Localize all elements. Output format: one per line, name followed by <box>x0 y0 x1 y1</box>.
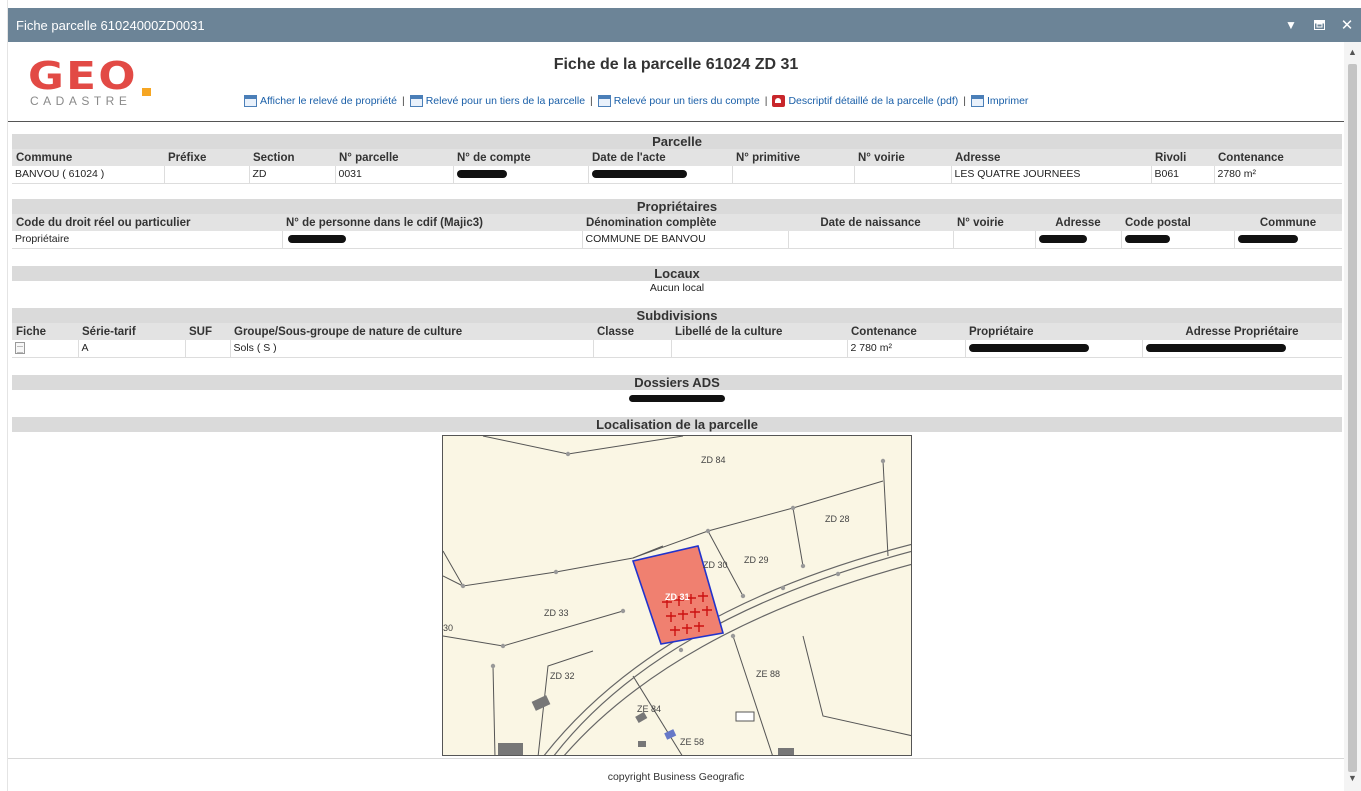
section-title-subdivisions: Subdivisions <box>12 308 1342 323</box>
parcel-sheet: GEO CADASTRE Fiche de la parcelle 61024 … <box>8 42 1344 791</box>
redaction-bar <box>591 170 687 179</box>
svg-text:ZD 84: ZD 84 <box>701 455 726 465</box>
document-icon <box>244 95 257 107</box>
scrollbar-thumb[interactable] <box>1348 64 1357 772</box>
table-row: A Sols ( S ) 2 780 m² <box>12 340 1342 358</box>
document-icon <box>597 95 611 107</box>
sheet-header: GEO CADASTRE Fiche de la parcelle 61024 … <box>8 42 1344 122</box>
window-titlebar: Fiche parcelle 61024000ZD0031 ▼ ✕ <box>8 8 1361 42</box>
svg-text:ZD 31: ZD 31 <box>665 592 690 602</box>
print-icon <box>971 95 985 107</box>
cell-commune <box>1233 231 1342 249</box>
link-releve-tiers-parcelle[interactable]: Relevé pour un tiers de la parcelle <box>409 95 585 107</box>
parcelle-table: Commune Préfixe Section N° parcelle N° de co… <box>12 149 1342 184</box>
redaction-bar <box>1145 344 1286 353</box>
cell-suf <box>184 340 230 358</box>
redaction-bar <box>968 344 1089 353</box>
pdf-icon <box>772 95 786 107</box>
redaction-bar <box>287 235 346 244</box>
svg-text:ZD 28: ZD 28 <box>825 514 850 524</box>
separator: | <box>764 95 768 107</box>
svg-text:30: 30 <box>443 623 453 633</box>
window-title: Fiche parcelle 61024000ZD0031 <box>16 17 205 33</box>
locaux-text: Aucun local <box>649 282 705 294</box>
cell-denomination: COMMUNE DE BANVOU <box>581 231 788 249</box>
redaction-bar <box>629 394 725 402</box>
redaction-bar <box>1124 235 1170 244</box>
proprietaires-table: Code du droit réel ou particulier N° de p… <box>12 214 1342 249</box>
chevron-up-icon[interactable]: ▲ <box>1344 44 1361 60</box>
svg-text:ZD 30: ZD 30 <box>703 560 728 570</box>
svg-text:ZE 58: ZE 58 <box>680 737 704 747</box>
cell-contenance: 2780 m² <box>1213 166 1342 184</box>
restore-icon[interactable] <box>1305 8 1333 42</box>
cell-serie-tarif: A <box>77 340 185 358</box>
cell-prefixe <box>163 166 249 184</box>
close-icon[interactable]: ✕ <box>1333 8 1361 42</box>
cell-section: ZD <box>248 166 335 184</box>
file-icon[interactable] <box>15 342 25 355</box>
cell-contenance: 2 780 m² <box>846 340 965 358</box>
window-left-edge <box>0 0 8 791</box>
logo-accent-square <box>142 88 151 96</box>
section-title-localisation: Localisation de la parcelle <box>12 417 1342 432</box>
table-header-row: Commune Préfixe Section N° parcelle N° de co… <box>12 149 1342 166</box>
dossiers-text <box>12 392 1342 404</box>
cadastral-map: ZD 84 ZD 28 ZD 29 ZD 30 ZD 31 ZD 33 ZD 3… <box>443 436 911 755</box>
redaction-bar <box>1038 235 1087 244</box>
svg-text:ZD 32: ZD 32 <box>550 671 575 681</box>
svg-text:ZE 88: ZE 88 <box>756 669 780 679</box>
page-title: Fiche de la parcelle 61024 ZD 31 <box>553 56 799 73</box>
cell-code-droit: Propriétaire <box>12 231 282 249</box>
table-header-row: Fiche Série-tarif SUF Groupe/Sous-groupe de… <box>12 323 1342 340</box>
redaction-bar <box>1237 235 1298 244</box>
cell-rivoli: B061 <box>1150 166 1214 184</box>
copyright-footer: copyright Business Geografic <box>607 771 745 783</box>
cell-commune: BANVOU ( 61024 ) <box>12 166 164 184</box>
cell-adresse-proprietaire <box>1141 340 1342 358</box>
cell-voirie <box>853 166 951 184</box>
cell-date-acte <box>587 166 732 184</box>
redaction-bar <box>456 170 507 179</box>
link-releve-tiers-compte[interactable]: Relevé pour un tiers du compte <box>597 95 760 107</box>
table-header-row: Code du droit réel ou particulier N° de p… <box>12 214 1342 231</box>
separator: | <box>963 95 967 107</box>
section-title-dossiers-ads: Dossiers ADS <box>12 375 1342 390</box>
section-title-locaux: Locaux <box>12 266 1342 281</box>
action-links: Afficher le relevé de propriété | Relevé… <box>244 95 1028 107</box>
cell-code-postal <box>1120 231 1234 249</box>
document-icon <box>409 95 423 107</box>
table-row: BANVOU ( 61024 ) ZD 0031 LES QUATRE JOUR… <box>12 166 1342 184</box>
svg-text:ZD 33: ZD 33 <box>544 608 569 618</box>
footer-divider <box>8 758 1344 759</box>
cell-proprietaire <box>964 340 1142 358</box>
table-row: Propriétaire COMMUNE DE BANVOU <box>12 231 1342 249</box>
cell-adresse <box>1034 231 1121 249</box>
svg-text:ZE 84: ZE 84 <box>637 704 661 714</box>
svg-text:ZD 29: ZD 29 <box>744 555 769 565</box>
caret-down-icon[interactable]: ▼ <box>1277 8 1305 42</box>
cell-naissance <box>787 231 953 249</box>
subdivisions-table: Fiche Série-tarif SUF Groupe/Sous-groupe de… <box>12 323 1342 358</box>
separator: | <box>590 95 593 107</box>
vertical-scrollbar[interactable]: ▲ ▼ <box>1344 42 1361 791</box>
cell-fiche[interactable] <box>12 340 78 358</box>
section-title-proprietaires: Propriétaires <box>12 199 1342 214</box>
section-title-parcelle: Parcelle <box>12 134 1342 149</box>
cell-parcelle: 0031 <box>334 166 453 184</box>
link-descriptif-pdf[interactable]: Descriptif détaillé de la parcelle (pdf) <box>772 95 958 107</box>
cell-groupe: Sols ( S ) <box>229 340 593 358</box>
cell-voirie <box>952 231 1035 249</box>
cell-classe <box>592 340 671 358</box>
link-releve-propriete[interactable]: Afficher le relevé de propriété <box>244 95 397 107</box>
cell-libelle <box>670 340 847 358</box>
cell-adresse: LES QUATRE JOURNEES <box>950 166 1151 184</box>
link-imprimer[interactable]: Imprimer <box>971 95 1028 107</box>
cell-personne <box>281 231 582 249</box>
cell-primitive <box>731 166 854 184</box>
chevron-down-icon[interactable]: ▼ <box>1344 770 1361 786</box>
cell-compte <box>452 166 588 184</box>
parcel-location-map[interactable]: ZD 84 ZD 28 ZD 29 ZD 30 ZD 31 ZD 33 ZD 3… <box>442 435 912 756</box>
separator: | <box>401 95 405 107</box>
